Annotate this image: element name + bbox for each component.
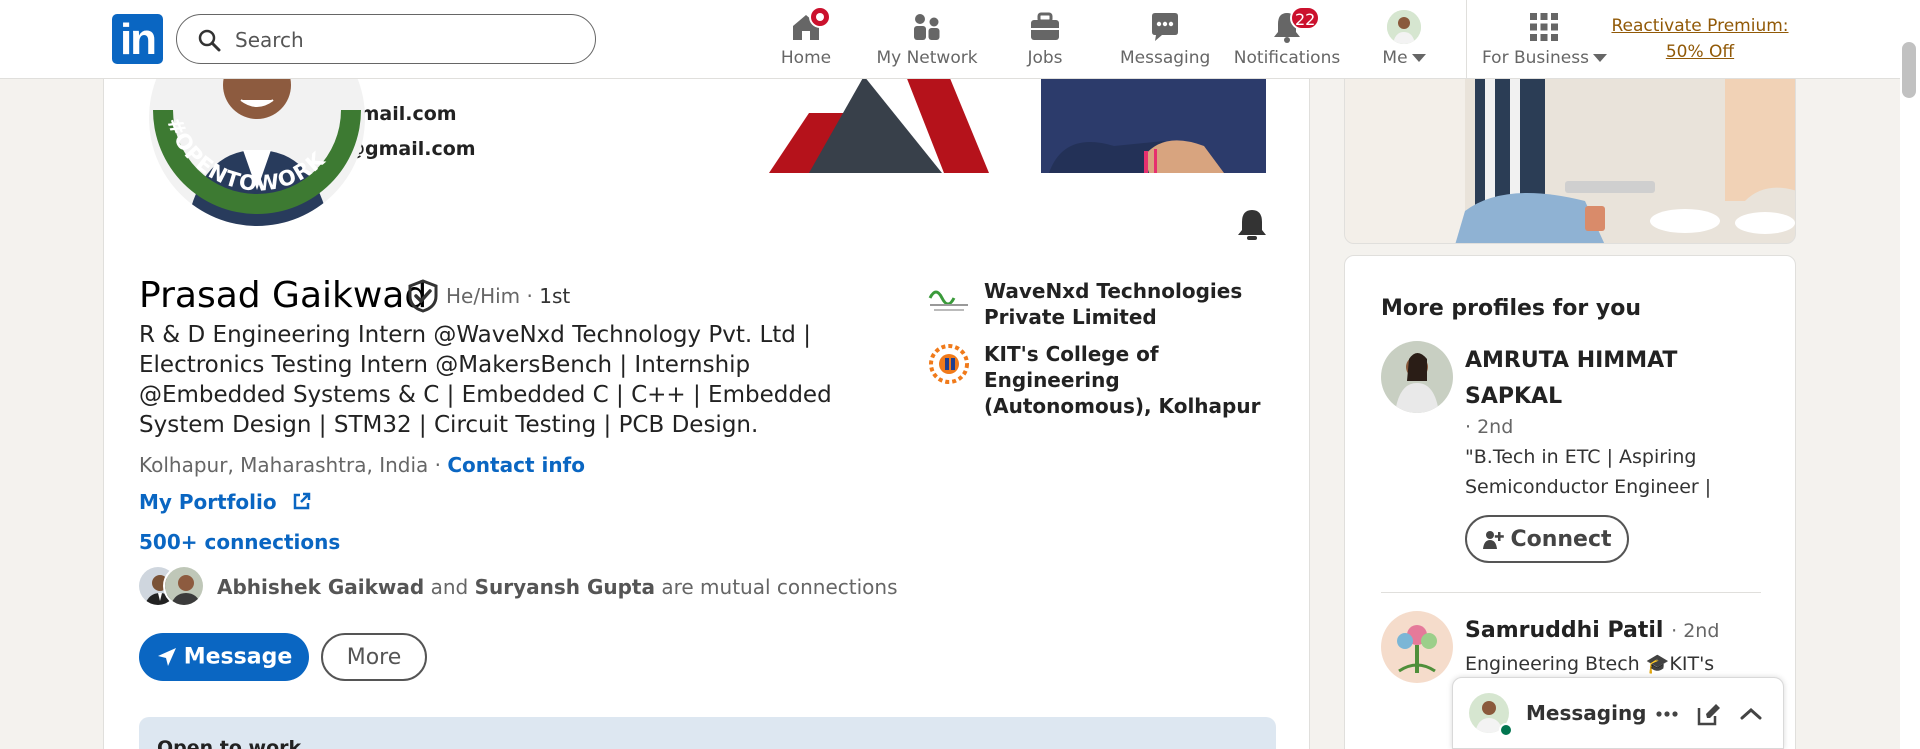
online-status-dot	[1499, 723, 1513, 737]
location-line: Kolhapur, Maharashtra, India · Contact i…	[139, 453, 585, 477]
chevron-down-icon	[1411, 54, 1426, 62]
nav-home-label: Home	[780, 48, 832, 68]
nav-my-network-label: My Network	[876, 48, 978, 68]
more-options-icon[interactable]	[1653, 700, 1681, 728]
bell-icon: 22	[1270, 6, 1321, 44]
nav-messaging[interactable]: Messaging	[1120, 6, 1210, 74]
more-profiles-card: More profiles for you AMRUTA HIMMAT SAPK…	[1344, 255, 1796, 749]
divider	[1381, 592, 1761, 593]
profile-degree-samruddhi: · 2nd	[1671, 620, 1720, 642]
send-icon	[157, 648, 176, 667]
separator: ·	[428, 453, 448, 477]
pronouns: He/Him	[446, 284, 521, 308]
ad-image[interactable]	[1344, 60, 1796, 244]
messaging-title: Messaging	[1526, 701, 1647, 725]
compose-icon[interactable]	[1695, 700, 1723, 728]
mutual-connections-text[interactable]: Abhishek Gaikwad and Suryansh Gupta are …	[217, 575, 898, 599]
grid-icon	[1527, 10, 1561, 44]
briefcase-icon	[1028, 10, 1062, 44]
profile-headline-amruta: "B.Tech in ETC | Aspiring Semiconductor …	[1465, 446, 1712, 498]
company-name: WaveNxd Technologies Private Limited	[984, 279, 1243, 329]
notification-bell-icon[interactable]	[1234, 206, 1270, 242]
pronouns-degree: He/Him · 1st	[446, 284, 570, 308]
mutual-name-2: Suryansh Gupta	[474, 575, 655, 599]
profile-avatar[interactable]: #OPENTOWORK	[143, 10, 373, 300]
chevron-up-icon[interactable]	[1737, 700, 1765, 728]
company-wavenxd[interactable]: WaveNxd Technologies Private Limited	[926, 278, 1286, 338]
message-button-label: Message	[183, 644, 293, 670]
profile-name-amruta[interactable]: AMRUTA HIMMAT SAPKAL	[1465, 343, 1765, 415]
chat-bubble-icon	[1148, 10, 1182, 44]
messaging-overlay[interactable]: Messaging	[1452, 677, 1784, 749]
nav-home[interactable]: Home	[770, 6, 842, 74]
home-icon	[789, 6, 831, 44]
profile-headline: R & D Engineering Intern @WaveNxd Techno…	[139, 322, 832, 438]
open-to-work-box[interactable]: Open to work	[139, 717, 1276, 749]
profile-headline-samruddhi: Engineering Btech 🎓KIT's	[1465, 653, 1715, 675]
notifications-badge: 22	[1290, 6, 1321, 30]
nav-my-network[interactable]: My Network	[872, 6, 982, 74]
mutual-and: and	[424, 575, 475, 599]
nav-divider	[1466, 0, 1467, 79]
profile-name-samruddhi[interactable]: Samruddhi Patil	[1465, 618, 1663, 643]
mutual-avatar-2[interactable]	[163, 565, 205, 607]
connection-degree: 1st	[539, 284, 571, 308]
portfolio-link[interactable]: My Portfolio	[139, 490, 312, 514]
mutual-name-1: Abhishek Gaikwad	[217, 575, 425, 599]
portfolio-label: My Portfolio	[139, 490, 277, 514]
more-button[interactable]: More	[321, 633, 427, 681]
home-notification-dot	[809, 6, 831, 28]
profile-name: Prasad Gaikwad	[139, 275, 428, 316]
chevron-down-icon	[1592, 54, 1607, 62]
people-icon	[910, 10, 944, 44]
nav-for-business[interactable]: For Business	[1482, 6, 1607, 74]
contact-info-link[interactable]: Contact info	[447, 453, 585, 477]
nav-jobs[interactable]: Jobs	[1010, 6, 1080, 74]
nav-messaging-label: Messaging	[1120, 48, 1211, 68]
add-person-icon	[1483, 530, 1505, 549]
nav-for-business-label: For Business	[1482, 48, 1589, 68]
location-text: Kolhapur, Maharashtra, India	[139, 453, 429, 477]
kit-college-logo	[926, 341, 972, 387]
profile-degree-amruta: · 2nd	[1465, 416, 1514, 438]
message-button[interactable]: Message	[139, 633, 309, 681]
linkedin-logo-icon[interactable]: in	[112, 14, 163, 64]
more-profiles-title: More profiles for you	[1381, 296, 1641, 321]
mutual-suffix: are mutual connections	[654, 575, 898, 599]
page-scrollbar[interactable]	[1900, 0, 1920, 749]
profile-avatar-amruta[interactable]	[1381, 341, 1453, 413]
company-kit[interactable]: KIT's College of Engineering (Autonomous…	[926, 341, 1286, 418]
scrollbar-thumb[interactable]	[1902, 42, 1916, 98]
connect-button[interactable]: Connect	[1465, 515, 1629, 563]
profile-avatar-samruddhi[interactable]	[1381, 611, 1453, 683]
top-navigation: in Home My Network Jobs Messaging	[0, 0, 1920, 79]
nav-me-label: Me	[1382, 48, 1408, 68]
connections-link[interactable]: 500+ connections	[139, 530, 340, 554]
search-icon	[198, 29, 221, 52]
nav-jobs-label: Jobs	[1027, 48, 1063, 68]
nav-me[interactable]: Me	[1374, 6, 1434, 74]
wavenxd-logo	[926, 278, 972, 324]
search-bar[interactable]	[176, 14, 596, 64]
premium-line2: 50% Off	[1665, 42, 1735, 62]
reactivate-premium-link[interactable]: Reactivate Premium: 50% Off	[1610, 13, 1790, 65]
nav-notifications-label: Notifications	[1233, 48, 1341, 68]
separator: ·	[520, 284, 540, 308]
premium-line1: Reactivate Premium:	[1611, 16, 1789, 36]
me-avatar	[1387, 10, 1421, 44]
verified-shield-icon[interactable]	[407, 279, 439, 313]
search-input[interactable]	[235, 25, 575, 55]
school-name: KIT's College of Engineering (Autonomous…	[984, 342, 1261, 418]
nav-notifications[interactable]: 22 Notifications	[1232, 6, 1342, 74]
connect-button-label: Connect	[1510, 526, 1612, 552]
open-to-work-label: Open to work	[157, 737, 302, 749]
external-link-icon	[293, 492, 310, 510]
